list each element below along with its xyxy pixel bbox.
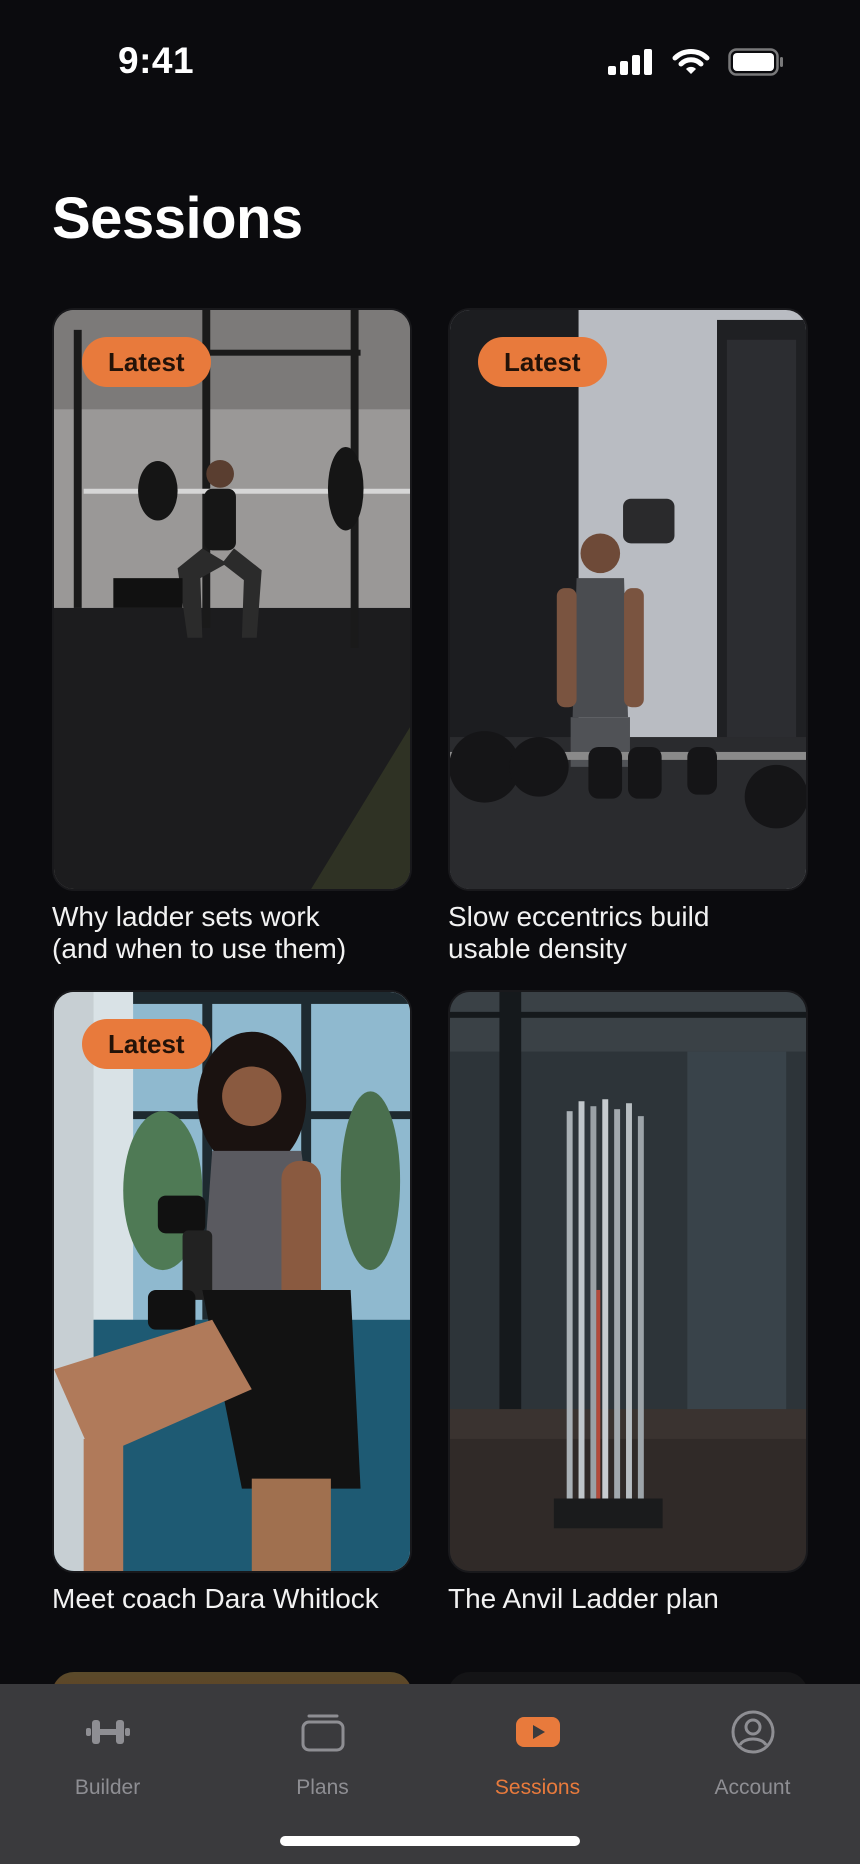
status-icons xyxy=(608,48,784,76)
page-title: Sessions xyxy=(52,186,303,251)
battery-icon xyxy=(728,48,783,76)
cellular-signal-icon xyxy=(608,49,652,75)
session-caption[interactable]: Why ladder sets work (and when to use th… xyxy=(52,901,412,965)
caption-line: Slow eccentrics build xyxy=(448,901,710,932)
session-thumbnail[interactable]: Latest xyxy=(52,308,412,891)
session-thumbnail[interactable]: Latest xyxy=(448,308,808,891)
session-card[interactable]: Latest Meet coach Dara Whitlock xyxy=(52,990,412,1615)
tab-account[interactable]: Account xyxy=(645,1684,860,1864)
stack-icon xyxy=(295,1704,351,1760)
latest-badge: Latest xyxy=(82,337,211,387)
session-thumbnail[interactable]: Latest xyxy=(52,990,412,1573)
barbell-rack-photo xyxy=(450,992,806,1571)
session-caption[interactable]: Slow eccentrics build usable density xyxy=(448,901,808,965)
tab-builder[interactable]: Builder xyxy=(0,1684,215,1864)
status-time: 9:41 xyxy=(118,40,195,81)
tab-label: Account xyxy=(714,1776,791,1799)
home-indicator[interactable] xyxy=(280,1836,580,1846)
session-card[interactable]: The Anvil Ladder plan xyxy=(448,990,808,1615)
wifi-icon xyxy=(672,49,710,74)
caption-line: The Anvil Ladder plan xyxy=(448,1583,719,1614)
coach-photo xyxy=(54,992,410,1571)
play-icon xyxy=(510,1704,566,1760)
session-caption[interactable]: Meet coach Dara Whitlock xyxy=(52,1583,412,1615)
latest-badge: Latest xyxy=(478,337,607,387)
latest-badge: Latest xyxy=(82,1019,211,1069)
tab-label: Builder xyxy=(74,1776,141,1799)
tab-label: Plans xyxy=(296,1776,349,1799)
tab-label: Sessions xyxy=(494,1776,581,1799)
session-thumbnail[interactable] xyxy=(448,990,808,1573)
caption-line: Why ladder sets work xyxy=(52,901,320,932)
caption-line: usable density xyxy=(448,933,628,964)
squat-photo xyxy=(54,310,410,889)
deadlift-photo xyxy=(450,310,806,889)
status-bar: 9:41 xyxy=(0,0,860,130)
session-caption[interactable]: The Anvil Ladder plan xyxy=(448,1583,808,1615)
session-card[interactable]: Latest Slow eccentrics build usable dens… xyxy=(448,308,808,965)
dumbbell-icon xyxy=(80,1704,136,1760)
caption-line: (and when to use them) xyxy=(52,933,347,964)
caption-line: Meet coach Dara Whitlock xyxy=(52,1583,379,1614)
person-icon xyxy=(725,1704,781,1760)
session-card[interactable]: Latest Why ladder sets work (and when to… xyxy=(52,308,412,965)
